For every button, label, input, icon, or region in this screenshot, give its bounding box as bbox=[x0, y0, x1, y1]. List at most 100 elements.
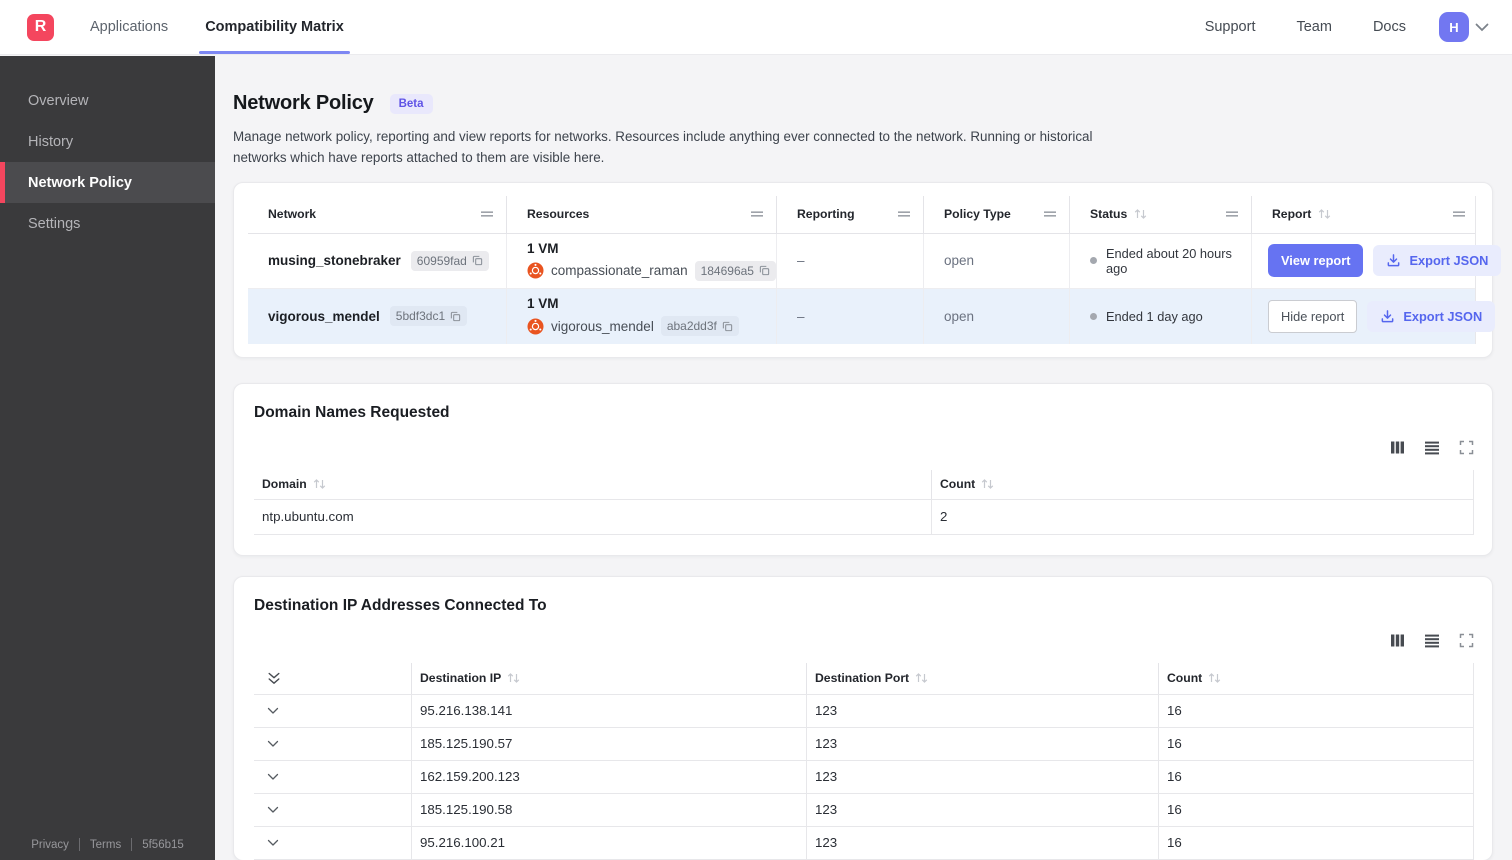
copy-icon[interactable] bbox=[759, 265, 770, 276]
policy-type-cell: open bbox=[923, 288, 1069, 344]
destination-port-cell: 123 bbox=[806, 793, 1158, 826]
avatar[interactable]: H bbox=[1439, 12, 1469, 42]
sort-icon[interactable] bbox=[915, 672, 928, 684]
resources-cell: 1 VM compassionate_raman 184696a5 bbox=[506, 233, 776, 288]
nav-tab-applications[interactable]: Applications bbox=[90, 0, 168, 54]
destination-ips-card: Destination IP Addresses Connected To De… bbox=[233, 575, 1493, 860]
resources-cell: 1 VM vigorous_mendel aba2dd3f bbox=[506, 288, 776, 344]
download-icon bbox=[1380, 309, 1395, 324]
status-cell: Ended 1 day ago bbox=[1069, 288, 1251, 344]
sidebar-item-network-policy[interactable]: Network Policy bbox=[0, 162, 215, 203]
network-row-musing-stonebraker[interactable]: musing_stonebraker 60959fad 1 VM compass… bbox=[248, 233, 1502, 289]
column-header-count[interactable]: Count bbox=[931, 469, 1473, 499]
column-header-report[interactable]: Report bbox=[1251, 195, 1478, 233]
ips-toolbar bbox=[254, 632, 1474, 650]
ip-row[interactable]: 185.125.190.58 123 16 bbox=[254, 793, 1473, 827]
footer-divider bbox=[131, 838, 133, 851]
terms-link[interactable]: Terms bbox=[90, 839, 121, 851]
nav-link-team[interactable]: Team bbox=[1296, 19, 1331, 35]
column-header-destination-port[interactable]: Destination Port bbox=[806, 662, 1158, 694]
sort-icon[interactable] bbox=[1208, 672, 1221, 684]
column-header-network[interactable]: Network bbox=[248, 196, 506, 233]
column-header-destination-ip[interactable]: Destination IP bbox=[411, 662, 806, 694]
column-menu-icon[interactable] bbox=[1043, 210, 1057, 218]
column-menu-icon[interactable] bbox=[897, 210, 911, 218]
build-version: 5f56b15 bbox=[142, 838, 184, 851]
fullscreen-icon[interactable] bbox=[1459, 633, 1474, 648]
ip-row[interactable]: 162.159.200.123 123 16 bbox=[254, 760, 1473, 794]
domains-table: Domain Count ntp.ubuntu.com 2 bbox=[254, 469, 1474, 535]
nav-link-support[interactable]: Support bbox=[1205, 19, 1256, 35]
row-expander[interactable] bbox=[254, 761, 411, 793]
view-report-button[interactable]: View report bbox=[1268, 244, 1364, 278]
sort-icon[interactable] bbox=[313, 478, 326, 490]
sort-icon[interactable] bbox=[1318, 208, 1331, 220]
ip-row[interactable]: 185.125.190.57 123 16 bbox=[254, 727, 1473, 761]
destination-port-cell: 123 bbox=[806, 727, 1158, 760]
copy-icon[interactable] bbox=[472, 255, 483, 266]
page-header: Network Policy Beta bbox=[233, 92, 1493, 115]
domain-row[interactable]: ntp.ubuntu.com 2 bbox=[254, 499, 1473, 535]
columns-icon[interactable] bbox=[1390, 440, 1405, 455]
count-cell: 16 bbox=[1158, 727, 1473, 760]
domains-card: Domain Names Requested Domain Count ntp.… bbox=[233, 382, 1493, 556]
sidebar-item-overview[interactable]: Overview bbox=[0, 80, 215, 121]
sort-icon[interactable] bbox=[507, 672, 520, 684]
network-name-cell: musing_stonebraker 60959fad bbox=[248, 234, 506, 288]
ip-row[interactable]: 95.216.100.21 123 16 bbox=[254, 826, 1473, 860]
row-expander[interactable] bbox=[254, 827, 411, 859]
copy-icon[interactable] bbox=[450, 311, 461, 322]
app-logo[interactable]: R bbox=[27, 13, 54, 41]
rows-icon[interactable] bbox=[1424, 441, 1440, 455]
count-cell: 16 bbox=[1158, 826, 1473, 859]
user-menu[interactable]: H bbox=[1439, 12, 1489, 42]
column-menu-icon[interactable] bbox=[1225, 210, 1239, 218]
row-expander[interactable] bbox=[254, 794, 411, 826]
destination-ip-cell: 185.125.190.57 bbox=[411, 727, 806, 760]
column-menu-icon[interactable] bbox=[480, 210, 494, 218]
destination-ip-cell: 95.216.138.141 bbox=[411, 694, 806, 727]
copy-icon[interactable] bbox=[722, 321, 733, 332]
nav-tab-compatibility-matrix[interactable]: Compatibility Matrix bbox=[199, 0, 350, 54]
ubuntu-icon bbox=[527, 262, 544, 279]
sort-icon[interactable] bbox=[981, 478, 994, 490]
page-description: Manage network policy, reporting and vie… bbox=[233, 129, 1093, 165]
networks-card: Network Resources Reporting Policy Type … bbox=[233, 181, 1502, 358]
column-header-policy-type[interactable]: Policy Type bbox=[923, 195, 1069, 233]
network-id-badge: 5bdf3dc1 bbox=[389, 306, 468, 327]
top-navbar: R Applications Compatibility Matrix Supp… bbox=[0, 0, 1512, 55]
destination-ip-cell: 185.125.190.58 bbox=[411, 793, 806, 826]
sidebar-item-history[interactable]: History bbox=[0, 121, 215, 162]
column-header-reporting[interactable]: Reporting bbox=[776, 195, 923, 233]
expand-all-button[interactable] bbox=[254, 663, 411, 694]
sidebar-item-settings[interactable]: Settings bbox=[0, 203, 215, 244]
resource-id-badge: aba2dd3f bbox=[660, 316, 739, 337]
column-menu-icon[interactable] bbox=[1452, 210, 1466, 218]
networks-table-header: Network Resources Reporting Policy Type … bbox=[248, 195, 1478, 234]
row-expander[interactable] bbox=[254, 695, 411, 727]
row-expander[interactable] bbox=[254, 728, 411, 760]
export-json-button[interactable]: Export JSON bbox=[1367, 300, 1496, 332]
ip-row[interactable]: 95.216.138.141 123 16 bbox=[254, 694, 1473, 728]
column-header-resources[interactable]: Resources bbox=[506, 195, 776, 233]
count-cell: 2 bbox=[931, 499, 1473, 534]
sort-icon[interactable] bbox=[1134, 208, 1147, 220]
domain-cell: ntp.ubuntu.com bbox=[262, 509, 354, 525]
columns-icon[interactable] bbox=[1390, 633, 1405, 648]
privacy-link[interactable]: Privacy bbox=[31, 839, 69, 851]
network-name-cell: vigorous_mendel 5bdf3dc1 bbox=[248, 289, 506, 344]
network-row-vigorous-mendel[interactable]: vigorous_mendel 5bdf3dc1 1 VM vigorous_m… bbox=[248, 288, 1496, 344]
export-json-button[interactable]: Export JSON bbox=[1373, 245, 1502, 277]
column-menu-icon[interactable] bbox=[750, 210, 764, 218]
rows-icon[interactable] bbox=[1424, 634, 1440, 648]
fullscreen-icon[interactable] bbox=[1459, 440, 1474, 455]
column-header-count[interactable]: Count bbox=[1158, 662, 1473, 694]
destination-port-cell: 123 bbox=[806, 826, 1158, 859]
column-header-status[interactable]: Status bbox=[1069, 195, 1251, 233]
destination-port-cell: 123 bbox=[806, 694, 1158, 727]
hide-report-button[interactable]: Hide report bbox=[1268, 299, 1358, 333]
nav-link-docs[interactable]: Docs bbox=[1373, 19, 1406, 35]
sidebar: Overview History Network Policy Settings… bbox=[0, 56, 215, 860]
ips-card-title: Destination IP Addresses Connected To bbox=[254, 596, 547, 614]
column-header-domain[interactable]: Domain bbox=[254, 470, 931, 499]
